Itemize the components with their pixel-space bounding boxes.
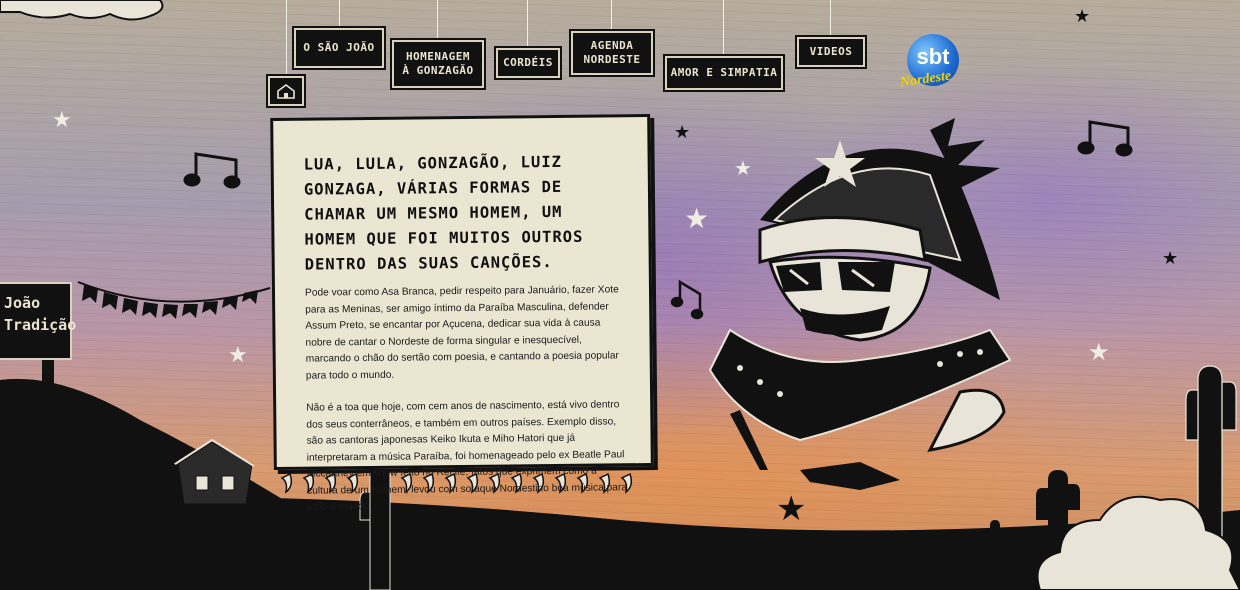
cloud-shape xyxy=(0,0,164,21)
star-icon: ★ xyxy=(776,489,807,529)
sign-line-2: Tradição xyxy=(4,316,77,334)
star-icon: ★ xyxy=(734,156,752,180)
music-note-icon xyxy=(670,279,704,320)
article-paragraph: Pode voar como Asa Branca, pedir respeit… xyxy=(304,284,619,382)
star-icon: ★ xyxy=(684,202,710,235)
star-icon: ★ xyxy=(1162,248,1179,269)
star-icon: ★ xyxy=(52,108,72,133)
music-note-icon xyxy=(183,152,241,189)
article-paragraph: Não é a toa que hoje, com cem anos de na… xyxy=(306,399,628,513)
music-note-icon xyxy=(1077,120,1133,157)
article-headline: Lua, Lula, Gonzagão, Luiz Gonzaga, vária… xyxy=(303,152,584,274)
article-panel: Lua, Lula, Gonzagão, Luiz Gonzaga, vária… xyxy=(270,114,654,513)
star-icon: ★ xyxy=(1088,338,1110,366)
luiz-gonzaga-illustration xyxy=(708,118,1012,490)
cactus-tiny xyxy=(990,520,1000,550)
joao-tradicao-sign[interactable]: João Tradição xyxy=(0,282,77,360)
star-icon: ★ xyxy=(674,122,691,143)
star-icon: ★ xyxy=(228,343,248,368)
sign-line-1: João xyxy=(4,294,41,312)
star-icon: ★ xyxy=(1074,6,1091,27)
